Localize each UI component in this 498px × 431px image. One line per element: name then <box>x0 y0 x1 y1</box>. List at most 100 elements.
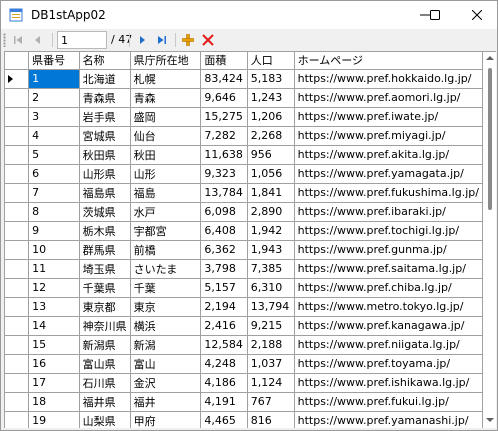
table-cell[interactable]: 13 <box>28 297 80 317</box>
table-row[interactable]: 17 石川県 金沢 4,186 1,124 https://www.pref.ishika… <box>5 373 483 393</box>
scroll-up-icon[interactable] <box>486 56 494 60</box>
table-cell[interactable]: 青森県 <box>79 88 131 108</box>
table-cell[interactable]: 15 <box>28 335 80 355</box>
table-cell[interactable]: https://www.pref.gunma.jp/ <box>294 240 483 260</box>
table-cell[interactable]: 2,416 <box>200 316 248 336</box>
table-cell[interactable]: 東京都 <box>79 297 131 317</box>
delete-button[interactable] <box>199 31 217 49</box>
table-cell[interactable]: 1,841 <box>247 183 295 203</box>
table-cell[interactable]: 富山県 <box>79 354 131 374</box>
table-row[interactable]: 16 富山県 富山 4,248 1,037 https://www.pref.toyama… <box>5 354 483 374</box>
row-header[interactable] <box>5 392 30 412</box>
table-cell[interactable]: 千葉県 <box>79 278 131 298</box>
table-cell[interactable]: 福島県 <box>79 183 131 203</box>
move-next-button[interactable] <box>133 31 151 49</box>
table-cell[interactable]: https://www.pref.akita.lg.jp/ <box>294 145 483 165</box>
column-header[interactable]: 面積 <box>200 52 248 70</box>
table-cell[interactable]: 1,942 <box>247 221 295 241</box>
table-cell[interactable]: https://www.pref.tochigi.lg.jp/ <box>294 221 483 241</box>
close-button[interactable] <box>457 1 497 29</box>
column-header[interactable]: 名称 <box>79 52 131 70</box>
table-cell[interactable]: 767 <box>247 392 295 412</box>
table-cell[interactable]: https://www.pref.fukui.lg.jp/ <box>294 392 483 412</box>
table-cell[interactable]: 13,794 <box>247 297 295 317</box>
table-cell[interactable]: https://www.pref.ishikawa.lg.jp/ <box>294 373 483 393</box>
table-cell[interactable]: https://www.pref.aomori.lg.jp/ <box>294 88 483 108</box>
column-header[interactable]: 県番号 <box>28 52 80 70</box>
table-cell[interactable]: 2,188 <box>247 335 295 355</box>
table-cell[interactable]: 18 <box>28 392 80 412</box>
table-cell[interactable]: 956 <box>247 145 295 165</box>
table-cell[interactable]: https://www.pref.chiba.lg.jp/ <box>294 278 483 298</box>
table-cell[interactable]: https://www.pref.ibaraki.jp/ <box>294 202 483 222</box>
table-cell[interactable]: 4 <box>28 126 80 146</box>
table-row[interactable]: 1 北海道 札幌 83,424 5,183 https://www.pref.hokkai… <box>5 69 483 89</box>
table-cell[interactable]: 9 <box>28 221 80 241</box>
row-header[interactable] <box>5 88 30 108</box>
table-cell[interactable]: 14 <box>28 316 80 336</box>
table-cell[interactable]: 金沢 <box>130 373 202 393</box>
table-cell[interactable]: 福井県 <box>79 392 131 412</box>
table-row[interactable]: 13 東京都 東京 2,194 13,794 https://www.metro.toky… <box>5 297 483 317</box>
data-grid[interactable]: 県番号 名称 県庁所在地 面積 人口 ホームページ 1 北海道 札幌 83,424 5,… <box>4 51 483 428</box>
table-cell[interactable]: 11 <box>28 259 80 279</box>
table-cell[interactable]: 1 <box>28 69 80 89</box>
add-new-button[interactable] <box>179 31 197 49</box>
table-cell[interactable]: 12 <box>28 278 80 298</box>
table-cell[interactable]: 秋田 <box>130 145 202 165</box>
position-input[interactable] <box>57 31 107 49</box>
table-row[interactable]: 2 青森県 青森 9,646 1,243 https://www.pref.aomori.… <box>5 88 483 108</box>
table-cell[interactable]: 1,124 <box>247 373 295 393</box>
table-cell[interactable]: 6,310 <box>247 278 295 298</box>
table-row[interactable]: 9 栃木県 宇都宮 6,408 1,942 https://www.pref.tochig… <box>5 221 483 241</box>
toolbar-grip[interactable] <box>3 33 6 47</box>
table-cell[interactable]: 千葉 <box>130 278 202 298</box>
table-cell[interactable]: 4,186 <box>200 373 248 393</box>
table-cell[interactable]: 6,362 <box>200 240 248 260</box>
table-row[interactable]: 19 山梨県 甲府 4,465 816 https://www.pref.yamanash… <box>5 411 483 428</box>
table-cell[interactable]: 横浜 <box>130 316 202 336</box>
title-bar[interactable]: DB1stApp02 <box>1 1 497 29</box>
table-cell[interactable]: https://www.pref.fukushima.lg.jp/ <box>294 183 483 203</box>
table-cell[interactable]: 6 <box>28 164 80 184</box>
table-row[interactable]: 10 群馬県 前橋 6,362 1,943 https://www.pref.gunma.… <box>5 240 483 260</box>
table-cell[interactable]: 東京 <box>130 297 202 317</box>
table-cell[interactable]: 6,098 <box>200 202 248 222</box>
scroll-thumb[interactable] <box>488 68 492 210</box>
table-cell[interactable]: 2,268 <box>247 126 295 146</box>
table-row[interactable]: 11 埼玉県 さいたま 3,798 7,385 https://www.pref.sait… <box>5 259 483 279</box>
corner-header[interactable] <box>5 52 30 70</box>
column-header[interactable]: 人口 <box>247 52 295 70</box>
table-cell[interactable]: 16 <box>28 354 80 374</box>
table-cell[interactable]: 富山 <box>130 354 202 374</box>
table-cell[interactable]: 1,037 <box>247 354 295 374</box>
table-cell[interactable]: 神奈川県 <box>79 316 131 336</box>
table-cell[interactable]: 秋田県 <box>79 145 131 165</box>
scroll-down-icon[interactable] <box>486 418 494 422</box>
table-cell[interactable]: 北海道 <box>79 69 131 89</box>
table-cell[interactable]: https://www.metro.tokyo.lg.jp/ <box>294 297 483 317</box>
table-row[interactable]: 5 秋田県 秋田 11,638 956 https://www.pref.akita.lg… <box>5 145 483 165</box>
row-header[interactable] <box>5 202 30 222</box>
row-header[interactable] <box>5 107 30 127</box>
table-row[interactable]: 4 宮城県 仙台 7,282 2,268 https://www.pref.miyagi.… <box>5 126 483 146</box>
row-header[interactable] <box>5 145 30 165</box>
table-cell[interactable]: 栃木県 <box>79 221 131 241</box>
table-cell[interactable]: 石川県 <box>79 373 131 393</box>
table-row[interactable]: 14 神奈川県 横浜 2,416 9,215 https://www.pref.kanag… <box>5 316 483 336</box>
table-cell[interactable]: 13,784 <box>200 183 248 203</box>
table-cell[interactable]: 17 <box>28 373 80 393</box>
table-cell[interactable]: 5,183 <box>247 69 295 89</box>
table-cell[interactable]: 盛岡 <box>130 107 202 127</box>
row-header[interactable] <box>5 164 30 184</box>
table-cell[interactable]: 1,206 <box>247 107 295 127</box>
table-cell[interactable]: https://www.pref.niigata.lg.jp/ <box>294 335 483 355</box>
row-header[interactable] <box>5 69 30 89</box>
table-cell[interactable]: 9,646 <box>200 88 248 108</box>
table-cell[interactable]: https://www.pref.toyama.jp/ <box>294 354 483 374</box>
row-header[interactable] <box>5 297 30 317</box>
table-cell[interactable]: 甲府 <box>130 411 202 428</box>
table-cell[interactable]: 山形 <box>130 164 202 184</box>
table-cell[interactable]: 山梨県 <box>79 411 131 428</box>
table-cell[interactable]: 2,890 <box>247 202 295 222</box>
